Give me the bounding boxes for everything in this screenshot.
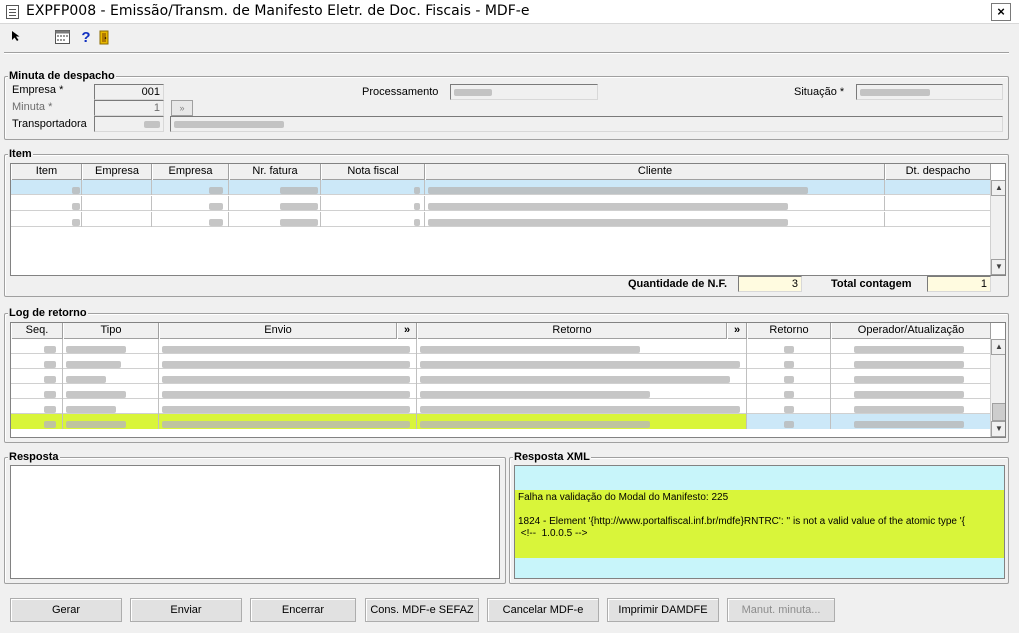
situacao-field[interactable]	[856, 84, 1003, 100]
close-button[interactable]: ×	[991, 3, 1011, 21]
list-item[interactable]	[11, 339, 991, 354]
situacao-label: Situação *	[794, 86, 845, 98]
table-row[interactable]	[11, 180, 991, 195]
retorno-expand-button[interactable]: »	[727, 323, 747, 339]
window-title: EXPFP008 - Emissão/Transm. de Manifesto …	[26, 3, 530, 19]
col-nota-fiscal[interactable]: Nota fiscal	[321, 164, 425, 180]
item-grid[interactable]: Item Empresa Empresa Nr. fatura Nota fis…	[10, 163, 1006, 276]
minuta-lookup-button[interactable]: »	[171, 100, 193, 116]
envio-expand-button[interactable]: »	[397, 323, 417, 339]
enviar-button[interactable]: Enviar	[130, 598, 242, 622]
log-grid[interactable]: Seq. Tipo Envio » Retorno » Retorno Oper…	[10, 322, 1006, 438]
resposta-textarea[interactable]	[10, 465, 500, 579]
title-bar: EXPFP008 - Emissão/Transm. de Manifesto …	[0, 0, 1019, 24]
col-empresa-1[interactable]: Empresa	[82, 164, 152, 180]
toolbar: ?	[0, 25, 1019, 51]
quantidade-label: Quantidade de N.F.	[628, 278, 728, 290]
transportadora-name-field[interactable]	[170, 116, 1003, 132]
xml-line-2: 1824 - Element '{http://www.portalfiscal…	[518, 516, 965, 527]
processamento-label: Processamento	[362, 86, 439, 98]
cons-mdfe-sefaz-button[interactable]: Cons. MDF-e SEFAZ	[365, 598, 479, 622]
quantidade-field: 3	[738, 276, 802, 292]
scroll-down-arrow-icon[interactable]: ▼	[991, 421, 1005, 437]
cursor-icon[interactable]	[8, 30, 24, 46]
col-envio[interactable]: Envio	[159, 323, 397, 339]
resposta-xml-group-title: Resposta XML	[513, 451, 591, 463]
col-tipo[interactable]: Tipo	[63, 323, 159, 339]
table-row[interactable]	[11, 212, 991, 227]
total-contagem-label: Total contagem	[831, 278, 912, 290]
empresa-field[interactable]: 001	[94, 84, 164, 100]
list-item[interactable]	[11, 399, 991, 414]
col-nr-fatura[interactable]: Nr. fatura	[229, 164, 321, 180]
minuta-field[interactable]: 1	[94, 100, 164, 116]
xml-line-1: Falha na validação do Modal do Manifesto…	[518, 492, 729, 503]
col-retorno-2[interactable]: Retorno	[747, 323, 831, 339]
item-group-title: Item	[8, 148, 33, 160]
minuta-group-title: Minuta de despacho	[8, 70, 116, 82]
col-retorno[interactable]: Retorno	[417, 323, 727, 339]
app-icon	[6, 5, 19, 19]
resposta-xml-textarea[interactable]: Falha na validação do Modal do Manifesto…	[514, 465, 1005, 579]
calendar-icon[interactable]	[54, 30, 70, 46]
list-item-selected[interactable]	[11, 414, 991, 429]
col-empresa-2[interactable]: Empresa	[152, 164, 229, 180]
log-group-title: Log de retorno	[8, 307, 88, 319]
encerrar-button[interactable]: Encerrar	[250, 598, 356, 622]
log-grid-header: Seq. Tipo Envio » Retorno » Retorno Oper…	[11, 323, 991, 339]
scroll-thumb[interactable]	[992, 403, 1005, 421]
list-item[interactable]	[11, 354, 991, 369]
transportadora-label: Transportadora	[12, 118, 87, 130]
cancelar-mdfe-button[interactable]: Cancelar MDF-e	[487, 598, 599, 622]
toolbar-separator	[4, 52, 1009, 54]
empresa-label: Empresa *	[12, 84, 64, 96]
help-icon[interactable]: ?	[78, 30, 94, 46]
scroll-up-arrow-icon[interactable]: ▲	[991, 339, 1005, 355]
resposta-group-title: Resposta	[8, 451, 60, 463]
total-contagem-field: 1	[927, 276, 991, 292]
col-item[interactable]: Item	[11, 164, 82, 180]
col-seq[interactable]: Seq.	[11, 323, 63, 339]
manut-minuta-button[interactable]: Manut. minuta...	[727, 598, 835, 622]
item-grid-scrollbar[interactable]: ▲ ▼	[990, 180, 1005, 275]
scroll-up-arrow-icon[interactable]: ▲	[991, 180, 1005, 196]
log-grid-scrollbar[interactable]: ▲ ▼	[990, 339, 1005, 437]
gerar-button[interactable]: Gerar	[10, 598, 122, 622]
list-item[interactable]	[11, 384, 991, 399]
transportadora-code-field[interactable]	[94, 116, 164, 132]
xml-error-block: Falha na validação do Modal do Manifesto…	[515, 490, 1004, 558]
xml-line-3: <!-- 1.0.0.5 -->	[518, 528, 588, 539]
col-dt-despacho[interactable]: Dt. despacho	[885, 164, 991, 180]
col-operador[interactable]: Operador/Atualização	[831, 323, 991, 339]
imprimir-damdfe-button[interactable]: Imprimir DAMDFE	[607, 598, 719, 622]
minuta-label: Minuta *	[12, 101, 53, 113]
scroll-down-arrow-icon[interactable]: ▼	[991, 259, 1005, 275]
exit-door-icon[interactable]	[96, 30, 112, 46]
table-row[interactable]	[11, 196, 991, 211]
list-item[interactable]	[11, 369, 991, 384]
item-grid-header: Item Empresa Empresa Nr. fatura Nota fis…	[11, 164, 991, 180]
processamento-field[interactable]	[450, 84, 598, 100]
col-cliente[interactable]: Cliente	[425, 164, 885, 180]
